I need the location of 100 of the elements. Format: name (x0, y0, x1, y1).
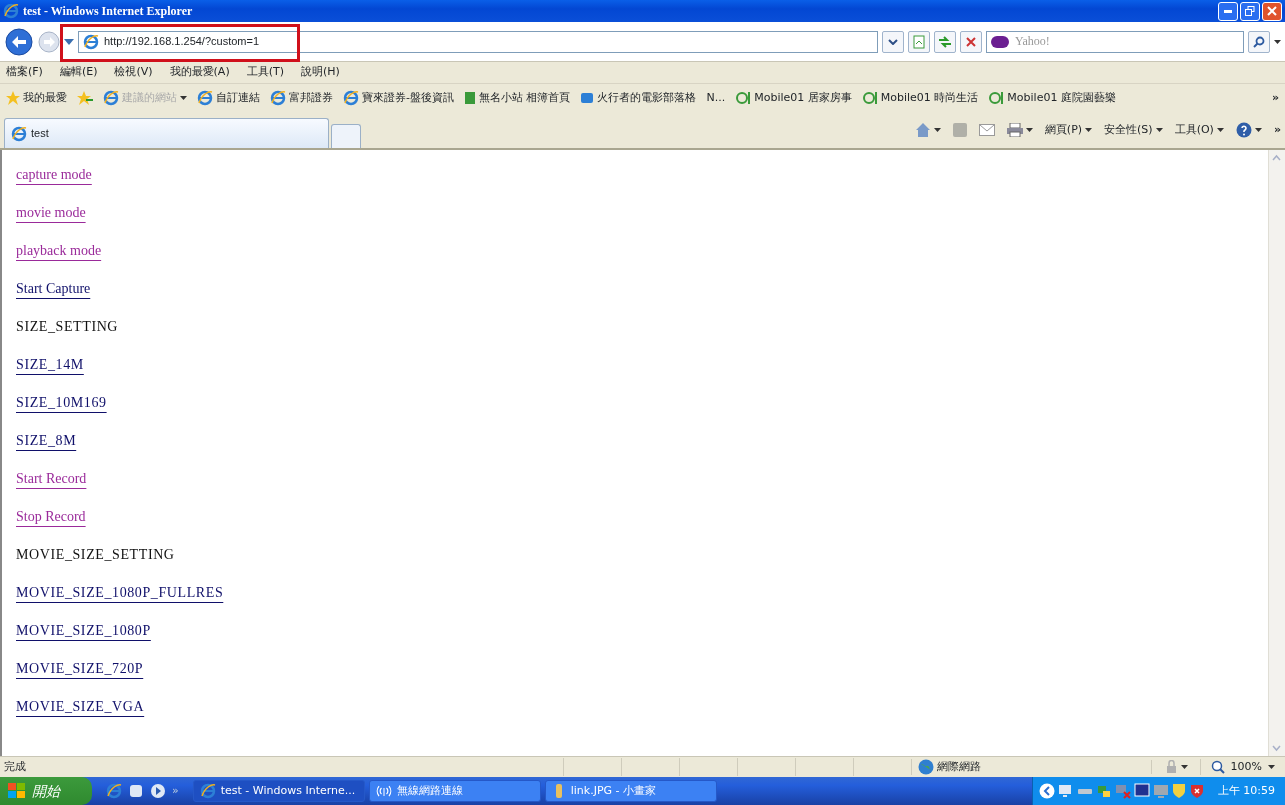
browser-icon (199, 783, 216, 799)
site-icon (861, 91, 878, 105)
address-field[interactable]: http://192.168.1.254/?custom=1 (78, 30, 878, 53)
section-heading: SIZE_SETTING (16, 318, 119, 336)
page-link[interactable]: movie mode (16, 194, 86, 232)
menu-item[interactable]: 編輯(E) (59, 64, 98, 81)
caret-icon (1254, 128, 1262, 132)
caret-icon (1155, 128, 1163, 132)
stop-button[interactable] (960, 30, 982, 53)
page-link[interactable]: MOVIE_SIZE_1080P (16, 612, 151, 650)
restore-icon (1245, 6, 1255, 16)
page-link[interactable]: SIZE_8M (16, 422, 77, 460)
refresh-button[interactable] (934, 30, 956, 53)
caret-icon (1268, 765, 1275, 769)
refresh-icon (938, 34, 952, 49)
history-dropdown-icon[interactable] (64, 37, 74, 46)
security-alert-icon[interactable] (1188, 783, 1205, 799)
browser-launch-icon[interactable] (106, 783, 122, 799)
section-heading: MOVIE_SIZE_SETTING (16, 546, 175, 564)
site-icon (735, 91, 752, 105)
more-commands-button[interactable]: » (1273, 121, 1281, 139)
favorite-link[interactable]: Mobile01 庭院園藝樂 (988, 89, 1116, 107)
page-link[interactable]: MOVIE_SIZE_1080P_FULLRES (16, 574, 224, 612)
minimize-icon (1224, 9, 1232, 13)
browser-icon (3, 3, 19, 19)
add-favorite-icon[interactable] (77, 91, 93, 105)
taskbar-button[interactable]: link.JPG - 小畫家 (544, 780, 717, 802)
mail-icon[interactable] (978, 124, 995, 136)
taskbar-button[interactable]: test - Windows Interne... (192, 780, 365, 802)
caret-icon (1025, 128, 1033, 132)
zoom-button[interactable]: 100% (1199, 758, 1285, 776)
app-launch-icon[interactable] (128, 783, 144, 799)
search-field[interactable]: Yahoo! (986, 30, 1244, 53)
command-menu[interactable]: 工具(O) (1174, 121, 1224, 139)
globe-icon (917, 759, 934, 775)
favorite-link[interactable]: Mobile01 時尚生活 (861, 89, 979, 107)
page-link[interactable]: SIZE_10M169 (16, 384, 107, 422)
close-icon (1267, 6, 1277, 16)
favorite-link[interactable]: N... (706, 89, 726, 107)
caret-icon (1085, 128, 1093, 132)
menu-item[interactable]: 檔案(F) (6, 64, 43, 81)
favorite-link[interactable]: 富邦證券 (270, 89, 333, 107)
print-button[interactable] (1006, 123, 1033, 137)
menu-item[interactable]: 檢視(V) (114, 64, 153, 81)
page-link[interactable]: MOVIE_SIZE_VGA (16, 688, 145, 726)
favorite-link[interactable]: 寶來證券-盤後資訊 (343, 89, 454, 107)
page-link[interactable]: Stop Record (16, 498, 86, 536)
wireless-icon (375, 784, 392, 798)
restore-button[interactable] (1240, 1, 1260, 21)
minimize-button[interactable] (1218, 1, 1238, 21)
caret-icon (933, 128, 941, 132)
favorite-link[interactable]: Mobile01 居家房事 (735, 89, 852, 107)
clock: 上午 10:59 (1217, 782, 1275, 799)
zoom-icon (1210, 760, 1225, 774)
house-icon (914, 122, 931, 138)
address-dropdown-button[interactable] (882, 30, 904, 53)
caret-icon (1216, 128, 1224, 132)
security-zone: 網際網路 (910, 758, 1151, 776)
chevron-down-icon (888, 38, 898, 45)
favorites-button[interactable]: 我的最愛 (6, 89, 67, 107)
command-menu[interactable]: 網頁(P) (1044, 121, 1093, 139)
page-link[interactable]: MOVIE_SIZE_720P (16, 650, 144, 688)
menu-item[interactable]: 說明(H) (301, 64, 340, 81)
page-link[interactable]: Start Capture (16, 270, 91, 308)
help-button[interactable] (1235, 122, 1262, 138)
close-button[interactable] (1262, 1, 1282, 21)
start-button[interactable]: 開始 (0, 777, 92, 805)
window-title: test - Windows Internet Explorer (23, 3, 194, 20)
page-link[interactable]: SIZE_14M (16, 346, 84, 384)
page-link[interactable]: Start Record (16, 460, 87, 498)
more-favorites-button[interactable]: » (1271, 89, 1279, 107)
taskbar-button[interactable]: 無線網路連線 (368, 780, 541, 802)
search-options-icon[interactable] (1274, 39, 1281, 44)
printer-icon (1006, 123, 1023, 137)
help-icon (1235, 122, 1252, 138)
search-icon (1253, 35, 1265, 48)
favorite-link[interactable]: 自訂連結 (197, 89, 260, 107)
screen-icon[interactable] (1133, 783, 1150, 799)
vertical-scrollbar[interactable] (1268, 150, 1285, 756)
tray-expand-icon[interactable] (1038, 783, 1055, 799)
page-link[interactable]: playback mode (16, 232, 102, 270)
windows-flag-icon (8, 783, 26, 799)
star-icon (6, 91, 20, 105)
home-button[interactable] (914, 122, 941, 138)
page-link[interactable]: capture mode (16, 156, 92, 194)
search-button[interactable] (1248, 30, 1270, 53)
command-menu[interactable]: 安全性(S) (1104, 121, 1163, 139)
quick-launch-overflow-button[interactable]: » (172, 782, 179, 800)
favorite-link[interactable]: 火行者的電影部落格 (580, 89, 697, 107)
media-player-icon[interactable] (150, 783, 166, 799)
favorite-link[interactable]: 無名小站 相簿首頁 (464, 89, 571, 107)
browser-tab[interactable]: test (4, 118, 329, 148)
menu-item[interactable]: 我的最愛(A) (169, 64, 230, 81)
monitor-icon[interactable] (1057, 783, 1074, 799)
status-text: 完成 (3, 758, 27, 775)
stop-icon (965, 35, 977, 48)
menu-item[interactable]: 工具(T) (246, 64, 284, 81)
caret-icon (1180, 765, 1188, 769)
back-button[interactable] (4, 26, 34, 57)
site-icon (988, 91, 1005, 105)
